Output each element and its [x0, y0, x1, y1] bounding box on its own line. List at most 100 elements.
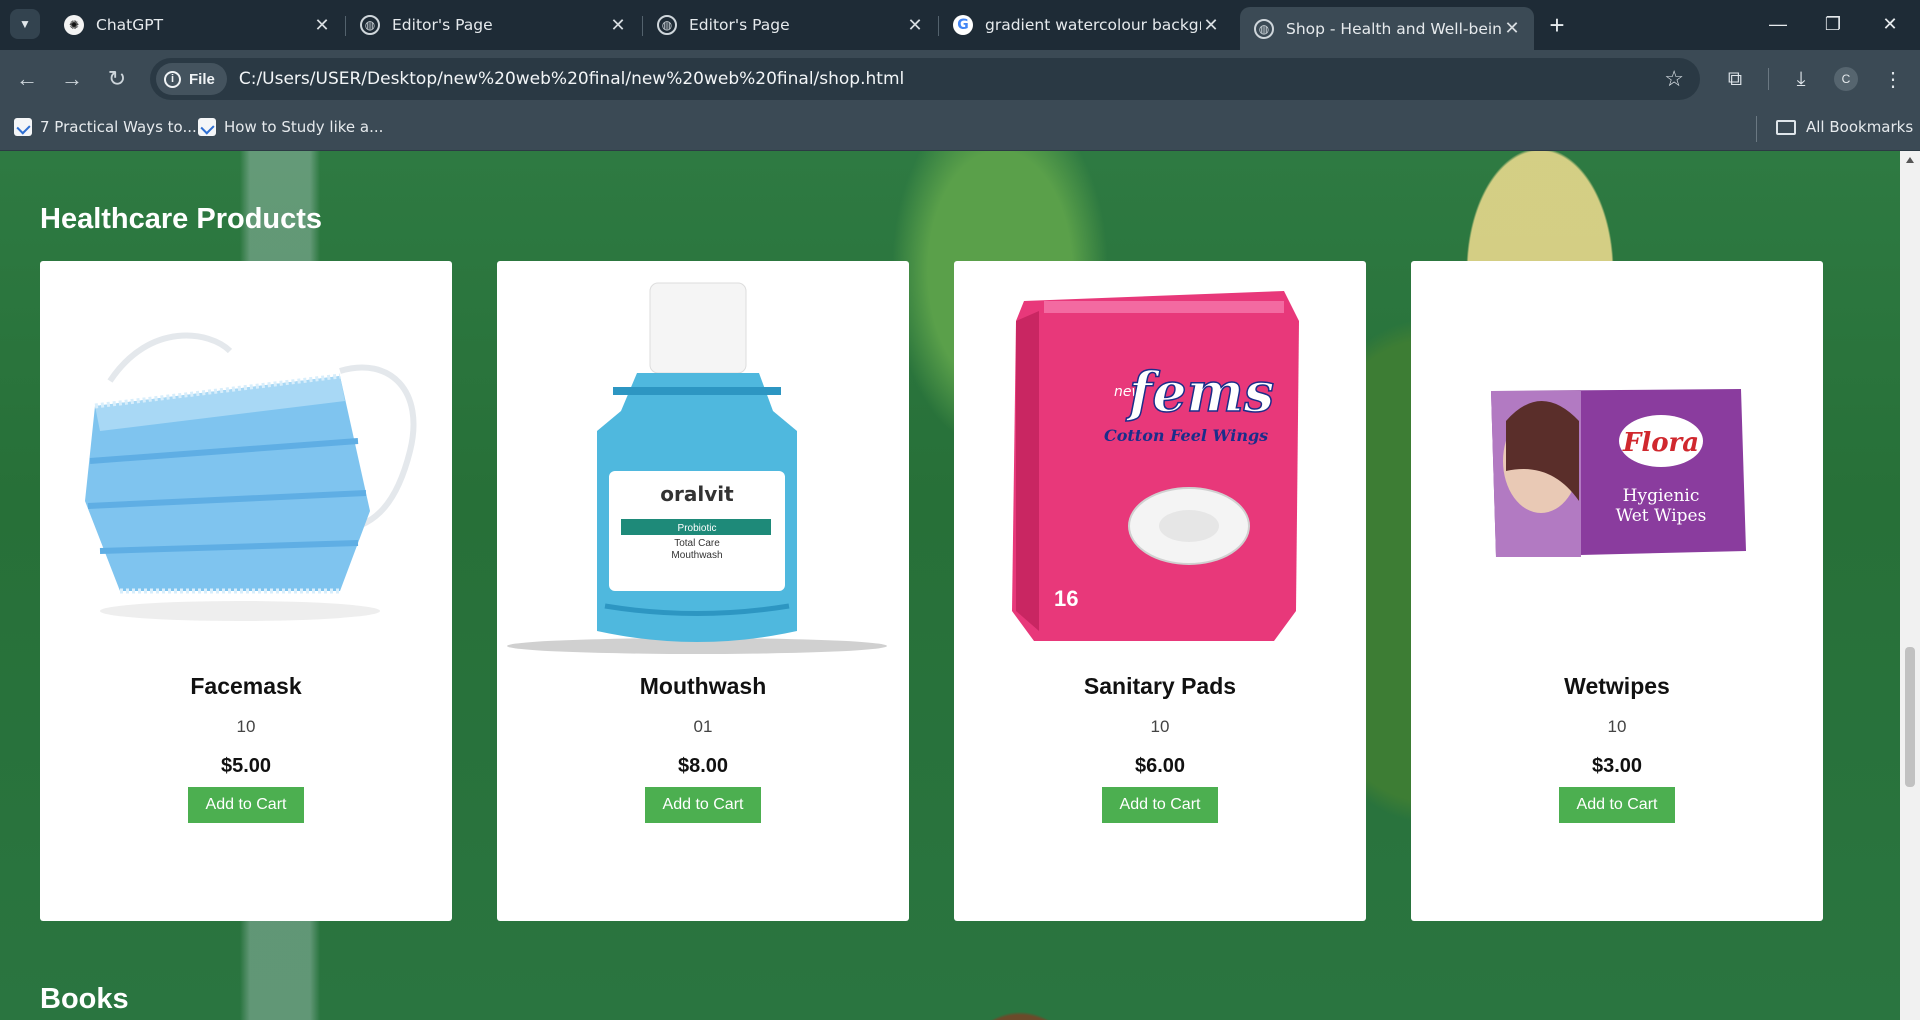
product-quantity: 10: [1150, 717, 1170, 736]
toolbar-divider: [1768, 68, 1769, 90]
bookmarks-bar: 7 Practical Ways to... How to Study like…: [0, 108, 1920, 151]
product-quantity: 01: [693, 717, 713, 736]
plus-icon: +: [1549, 9, 1565, 40]
product-quantity: 10: [1607, 717, 1627, 736]
restore-button[interactable]: ❐: [1811, 8, 1855, 40]
downloads-button[interactable]: ⤓: [1784, 62, 1818, 96]
mouthwash-line3-text: Mouthwash: [671, 550, 722, 561]
profile-avatar[interactable]: C: [1834, 67, 1858, 91]
mouthwash-line2-text: Total Care: [674, 538, 720, 549]
forward-button[interactable]: →: [55, 62, 89, 96]
section-title-books: Books: [40, 983, 129, 1015]
close-icon: ✕: [1882, 13, 1898, 34]
google-icon: G: [953, 15, 973, 35]
tab-title: Shop - Health and Well-being: [1286, 19, 1502, 38]
bookmark-favicon-icon: [14, 118, 32, 136]
tab-title: Editor's Page: [689, 16, 790, 34]
tab-chatgpt[interactable]: ✺ ChatGPT ✕: [50, 7, 344, 43]
bookmark-item[interactable]: 7 Practical Ways to...: [14, 118, 197, 136]
add-to-cart-button[interactable]: Add to Cart: [188, 787, 304, 823]
tab-strip: ▼ ✺ ChatGPT ✕ ◍ Editor's Page ✕ ◍ Editor…: [0, 0, 1920, 50]
puzzle-icon: ⧉: [1727, 67, 1743, 90]
site-info-chip[interactable]: i File: [156, 63, 227, 95]
product-price: $8.00: [677, 755, 729, 777]
mouthwash-image: oralvit Probiotic Total Care Mouthwash: [507, 282, 887, 654]
tab-title: gradient watercolour backgrour: [985, 16, 1201, 34]
close-window-button[interactable]: ✕: [1868, 8, 1912, 40]
section-title-healthcare: Healthcare Products: [40, 203, 323, 235]
globe-icon: ◍: [657, 15, 677, 35]
page-viewport: Healthcare Products Facemask 10 $5.00 Ad…: [0, 151, 1900, 1020]
pads-brand-text: fems: [1125, 360, 1274, 424]
product-card-mouthwash: oralvit Probiotic Total Care Mouthwash M…: [497, 261, 909, 921]
url-text[interactable]: C:/Users/USER/Desktop/new%20web%20final/…: [239, 69, 904, 89]
tab-title: ChatGPT: [96, 16, 164, 34]
extensions-button[interactable]: ⧉: [1718, 62, 1752, 96]
product-name: Facemask: [190, 673, 302, 699]
tab-gradient-watercolour[interactable]: G gradient watercolour backgrour ✕: [939, 7, 1233, 43]
mouthwash-line1-text: Probiotic: [678, 523, 717, 534]
pads-count-text: 16: [1054, 586, 1078, 611]
minimize-button[interactable]: —: [1756, 8, 1800, 40]
tab-shop-health[interactable]: ◍ Shop - Health and Well-being ✕: [1240, 7, 1534, 50]
product-price: $6.00: [1134, 755, 1186, 777]
add-to-cart-button[interactable]: Add to Cart: [1102, 787, 1218, 823]
scrollbar-thumb[interactable]: [1905, 647, 1915, 787]
info-icon: i: [164, 70, 181, 88]
wetwipes-line1-text: Hygienic: [1623, 486, 1700, 506]
chatgpt-icon: ✺: [64, 15, 84, 35]
globe-icon: ◍: [360, 15, 380, 35]
bookmark-item[interactable]: How to Study like a...: [198, 118, 383, 136]
close-icon[interactable]: ✕: [312, 15, 332, 36]
bookmark-star-icon[interactable]: ☆: [1664, 66, 1684, 92]
back-button[interactable]: ←: [10, 62, 44, 96]
forward-arrow-icon: →: [61, 66, 83, 91]
wetwipes-line2-text: Wet Wipes: [1616, 506, 1707, 526]
all-bookmarks-label: All Bookmarks: [1806, 118, 1914, 136]
product-card-wetwipes: Flora Hygienic Wet Wipes Wetwipes 10 $3.…: [1411, 261, 1823, 921]
product-card-facemask: Facemask 10 $5.00 Add to Cart: [40, 261, 452, 921]
product-card-sanitary-pads: new fems Cotton Feel Wings 16 Sanitary P…: [954, 261, 1366, 921]
tab-search-button[interactable]: ▼: [10, 9, 40, 39]
tab-title: Editor's Page: [392, 16, 493, 34]
sanitary-pads-image: new fems Cotton Feel Wings 16: [1012, 291, 1299, 641]
bookmark-label: 7 Practical Ways to...: [40, 118, 197, 136]
close-icon[interactable]: ✕: [608, 15, 628, 36]
wetwipes-image: Flora Hygienic Wet Wipes: [1491, 389, 1746, 557]
globe-icon: ◍: [1254, 18, 1274, 39]
product-price: $5.00: [220, 755, 272, 777]
close-icon[interactable]: ✕: [1201, 15, 1221, 36]
product-price: $3.00: [1591, 755, 1643, 777]
new-tab-button[interactable]: +: [1542, 10, 1572, 40]
close-icon[interactable]: ✕: [905, 15, 925, 36]
scheme-label: File: [189, 70, 215, 88]
add-to-cart-button[interactable]: Add to Cart: [1559, 787, 1675, 823]
mouthwash-brand-text: oralvit: [660, 482, 734, 506]
more-vertical-icon: ⋮: [1883, 68, 1903, 91]
all-bookmarks-button[interactable]: All Bookmarks: [1776, 118, 1913, 136]
pads-tagline-text: Cotton Feel Wings: [1104, 426, 1268, 445]
close-icon[interactable]: ✕: [1502, 18, 1522, 39]
product-name: Sanitary Pads: [1083, 673, 1237, 699]
tab-editors-page-2[interactable]: ◍ Editor's Page ✕: [643, 7, 937, 43]
reload-icon: ↻: [107, 66, 127, 91]
add-to-cart-button[interactable]: Add to Cart: [645, 787, 761, 823]
bookmarks-divider: [1756, 116, 1757, 142]
page-scrollbar[interactable]: [1900, 151, 1920, 1020]
restore-icon: ❐: [1824, 13, 1842, 34]
avatar-initial: C: [1841, 72, 1851, 86]
scroll-up-arrow-icon[interactable]: [1906, 157, 1914, 163]
back-arrow-icon: ←: [16, 66, 38, 91]
wetwipes-brand-text: Flora: [1622, 428, 1699, 458]
minimize-icon: —: [1769, 13, 1787, 34]
tab-editors-page-1[interactable]: ◍ Editor's Page ✕: [346, 7, 640, 43]
facemask-image: [85, 332, 417, 621]
reload-button[interactable]: ↻: [100, 62, 134, 96]
address-bar[interactable]: i File C:/Users/USER/Desktop/new%20web%2…: [150, 58, 1700, 100]
menu-button[interactable]: ⋮: [1876, 62, 1910, 96]
product-name: Wetwipes: [1564, 673, 1670, 699]
folder-icon: [1776, 119, 1796, 135]
chevron-down-icon: ▼: [19, 17, 31, 31]
product-name: Mouthwash: [639, 673, 767, 699]
bookmark-label: How to Study like a...: [224, 118, 384, 136]
